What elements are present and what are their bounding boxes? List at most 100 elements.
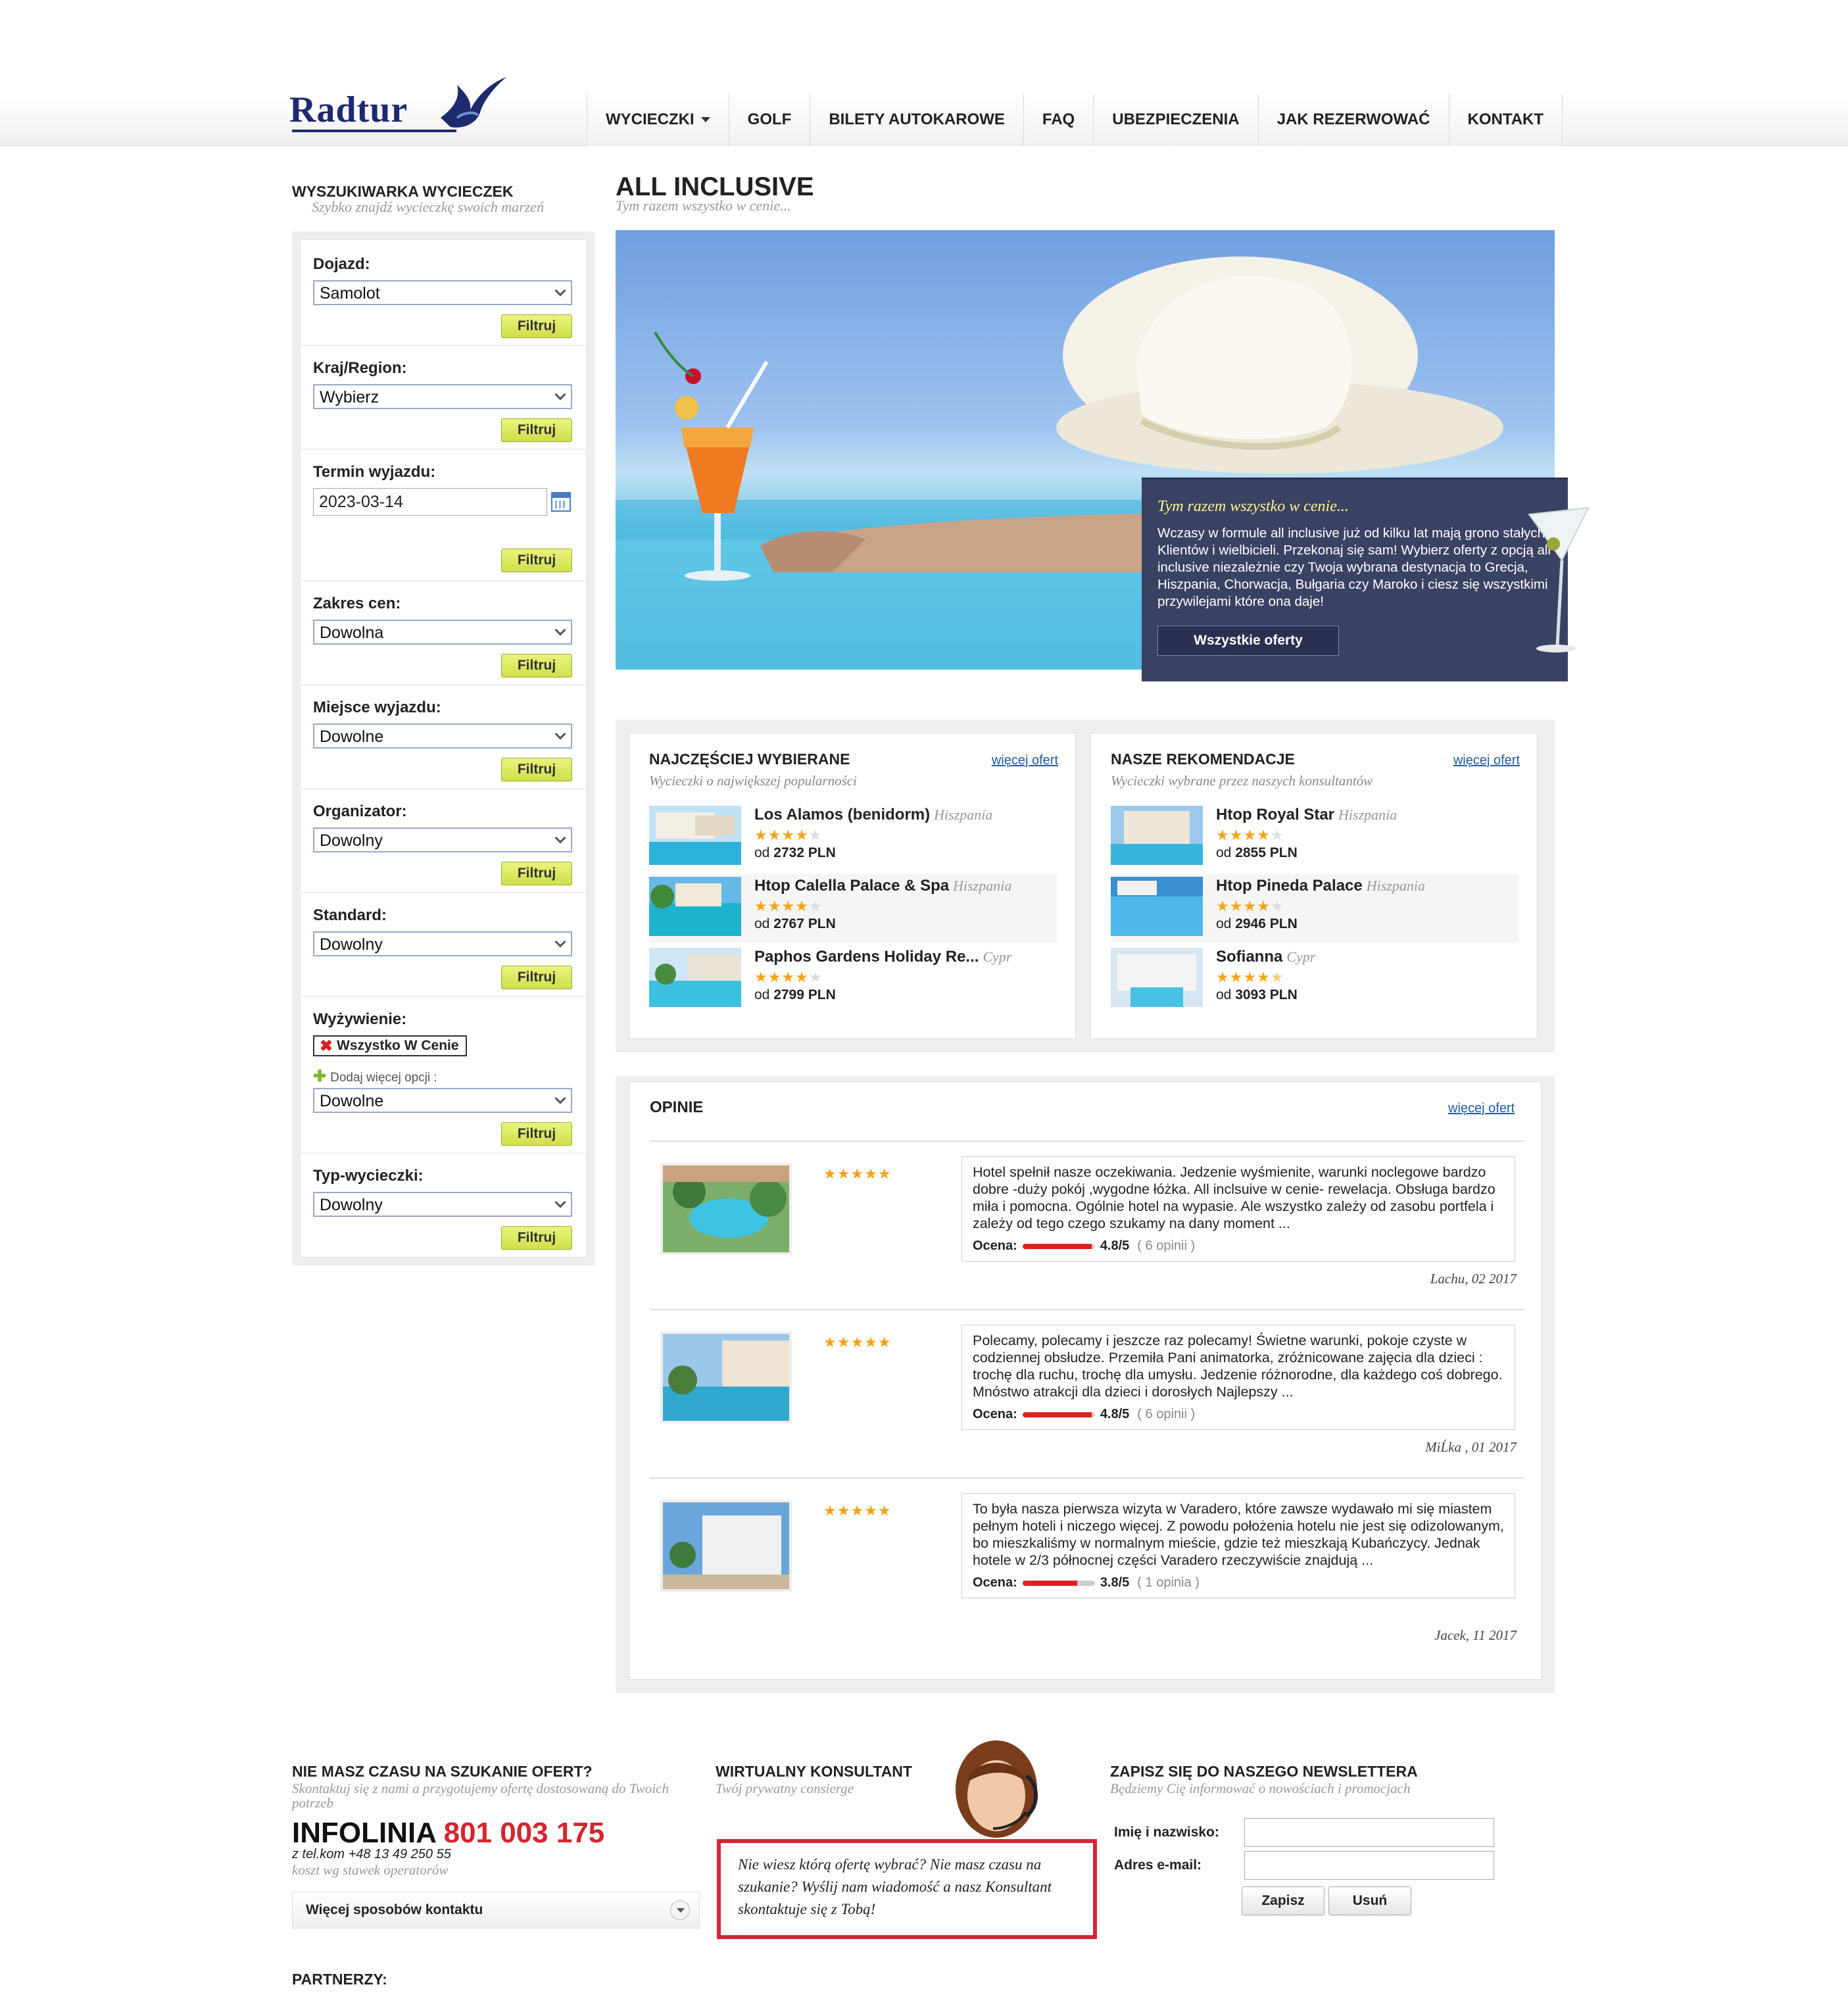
offer-country: Cypr xyxy=(983,948,1012,965)
miejsce-select[interactable]: Dowolne xyxy=(313,724,572,749)
price-prefix: od xyxy=(754,916,770,931)
martini-glass-icon xyxy=(1528,506,1590,652)
nav-ubezpieczenia[interactable]: UBEZPIECZENIA xyxy=(1094,93,1259,146)
nav-bilety[interactable]: BILETY AUTOKAROWE xyxy=(810,93,1024,146)
star-rating: ★★★★★ xyxy=(823,1502,892,1519)
offer-country: Hiszpania xyxy=(1338,806,1398,823)
standard-select[interactable]: Dowolny xyxy=(313,931,572,956)
divider xyxy=(300,788,587,789)
filter-button[interactable]: Filtruj xyxy=(501,314,572,338)
name-input[interactable] xyxy=(1244,1818,1494,1847)
filter-button[interactable]: Filtruj xyxy=(501,758,572,781)
offer-item[interactable]: Sofianna Cypr ★★★★★ od 3093 PLN xyxy=(1111,945,1519,1014)
select-value: Dowolny xyxy=(320,831,383,850)
unsubscribe-button[interactable]: Usuń xyxy=(1328,1886,1411,1915)
filter-button[interactable]: Filtruj xyxy=(501,549,572,572)
divider xyxy=(300,684,587,685)
nav-kontakt[interactable]: KONTAKT xyxy=(1449,93,1563,146)
select-value: Dowolne xyxy=(320,727,384,746)
kraj-select[interactable]: Wybierz xyxy=(313,384,572,409)
filter-label: Miejsce wyjazdu: xyxy=(313,699,441,716)
remove-icon[interactable]: ✖ xyxy=(320,1039,333,1054)
select-value: Dowolne xyxy=(320,1092,384,1110)
opinion-text: Polecamy, polecamy i jeszcze raz polecam… xyxy=(973,1333,1503,1400)
rating-bar-fill xyxy=(1022,1580,1078,1586)
filter-button[interactable]: Filtruj xyxy=(501,654,572,677)
hotel-thumbnail[interactable] xyxy=(649,806,741,865)
contact-methods-dropdown[interactable]: Więcej sposobów kontaktu xyxy=(292,1892,700,1929)
nav-golf[interactable]: GOLF xyxy=(729,93,811,146)
dojazd-select[interactable]: Samolot xyxy=(313,280,572,305)
hotel-thumbnail[interactable] xyxy=(1111,806,1203,865)
hotel-thumbnail[interactable] xyxy=(1111,877,1203,936)
price-prefix: od xyxy=(1216,987,1232,1002)
dropdown-label: Więcej sposobów kontaktu xyxy=(306,1902,483,1917)
add-more-options[interactable]: ✚ Dodaj więcej opcji : xyxy=(313,1067,437,1086)
select-value: Dowolna xyxy=(320,624,384,642)
consultant-message[interactable]: Nie wiesz którą ofertę wybrać? Nie masz … xyxy=(717,1839,1097,1939)
opinion-text: To była nasza pierwsza wizyta w Varadero… xyxy=(973,1501,1504,1568)
divider xyxy=(300,996,587,997)
offer-name[interactable]: Los Alamos (benidorm) xyxy=(754,806,930,824)
opinion-count[interactable]: ( 6 opinii ) xyxy=(1137,1239,1195,1253)
star-rating: ★★★★★ xyxy=(823,1166,892,1182)
promo-text: Wczasy w formule all inclusive już od ki… xyxy=(1157,526,1551,609)
logo[interactable]: Radtur xyxy=(289,69,513,135)
offer-name[interactable]: Sofianna xyxy=(1216,948,1282,966)
filter-label: Wyżywienie: xyxy=(313,1010,407,1028)
opinions-more-link[interactable]: więcej ofert xyxy=(1448,1101,1515,1116)
opinion-author: Lachu, 02 2017 xyxy=(1430,1271,1517,1287)
date-input[interactable]: 2023-03-14 xyxy=(313,488,547,516)
hotel-thumbnail[interactable] xyxy=(1111,948,1203,1007)
offer-item[interactable]: Los Alamos (benidorm) Hiszpania ★★★★★ od … xyxy=(649,803,1057,872)
hotel-thumbnail[interactable] xyxy=(660,1331,792,1423)
email-input[interactable] xyxy=(1244,1851,1494,1880)
hotel-thumbnail[interactable] xyxy=(660,1500,792,1592)
subscribe-button[interactable]: Zapisz xyxy=(1242,1886,1325,1915)
opinion-item: ★★★★★ To była nasza pierwsza wizyta w Va… xyxy=(650,1479,1524,1660)
sidebar-title: WYSZUKIWARKA WYCIECZEK xyxy=(292,183,514,200)
price-value: 2767 PLN xyxy=(773,916,836,931)
filter-typ: Typ-wycieczki: Dowolny Filtruj xyxy=(313,1167,587,1252)
nav-jak-rezerwowac[interactable]: JAK REZERWOWAĆ xyxy=(1258,93,1449,146)
selected-option-chip[interactable]: ✖ Wszystko W Cenie xyxy=(313,1035,467,1056)
all-offers-button[interactable]: Wszystkie oferty xyxy=(1157,626,1339,656)
star-rating: ★★★★★ xyxy=(1216,898,1284,914)
offer-name[interactable]: Htop Pineda Palace xyxy=(1216,877,1363,895)
wyzywienie-select[interactable]: Dowolne xyxy=(313,1088,572,1113)
opinion-author: MiĹka , 01 2017 xyxy=(1425,1439,1517,1455)
offer-item[interactable]: Htop Calella Palace & Spa Hiszpania ★★★★★… xyxy=(649,874,1057,943)
email-label: Adres e-mail: xyxy=(1114,1858,1202,1873)
organizator-select[interactable]: Dowolny xyxy=(313,827,572,852)
nav-wycieczki[interactable]: WYCIECZKI xyxy=(587,93,729,146)
plus-icon: ✚ xyxy=(313,1068,327,1085)
opinion-count[interactable]: ( 1 opinia ) xyxy=(1137,1575,1200,1590)
offer-item[interactable]: Htop Pineda Palace Hiszpania ★★★★★ od 294… xyxy=(1111,874,1519,943)
filter-button[interactable]: Filtruj xyxy=(501,966,572,989)
filter-button[interactable]: Filtruj xyxy=(501,418,572,442)
hotel-thumbnail[interactable] xyxy=(649,877,741,936)
popular-more-link[interactable]: więcej ofert xyxy=(992,753,1058,768)
nav-faq[interactable]: FAQ xyxy=(1023,93,1094,146)
calendar-icon[interactable] xyxy=(551,492,571,512)
offer-name[interactable]: Htop Calella Palace & Spa xyxy=(754,877,949,895)
newsletter-subtitle: Będziemy Cię informować o nowościach i p… xyxy=(1110,1781,1411,1796)
hotel-thumbnail[interactable] xyxy=(649,948,741,1007)
opinion-count[interactable]: ( 6 opinii ) xyxy=(1137,1407,1195,1421)
filter-button[interactable]: Filtruj xyxy=(501,862,572,885)
ceny-select[interactable]: Dowolna xyxy=(313,620,572,645)
offer-name[interactable]: Htop Royal Star xyxy=(1216,806,1334,824)
chevron-down-icon xyxy=(554,728,566,740)
typ-select[interactable]: Dowolny xyxy=(313,1192,572,1217)
recommended-more-link[interactable]: więcej ofert xyxy=(1453,753,1520,768)
filter-button[interactable]: Filtruj xyxy=(501,1122,572,1146)
chevron-down-icon xyxy=(554,389,566,401)
offer-name[interactable]: Paphos Gardens Holiday Re... xyxy=(754,948,979,966)
filter-button[interactable]: Filtruj xyxy=(501,1226,572,1250)
rating-bar xyxy=(1022,1243,1095,1249)
recommended-subtitle: Wycieczki wybrane przez naszych konsulta… xyxy=(1111,773,1373,789)
hotel-thumbnail[interactable] xyxy=(660,1163,792,1255)
offer-item[interactable]: Paphos Gardens Holiday Re... Cypr ★★★★★ o… xyxy=(649,945,1057,1014)
offer-item[interactable]: Htop Royal Star Hiszpania ★★★★★ od 2855 P… xyxy=(1111,803,1519,872)
phone-number[interactable]: 801 003 175 xyxy=(444,1817,605,1849)
